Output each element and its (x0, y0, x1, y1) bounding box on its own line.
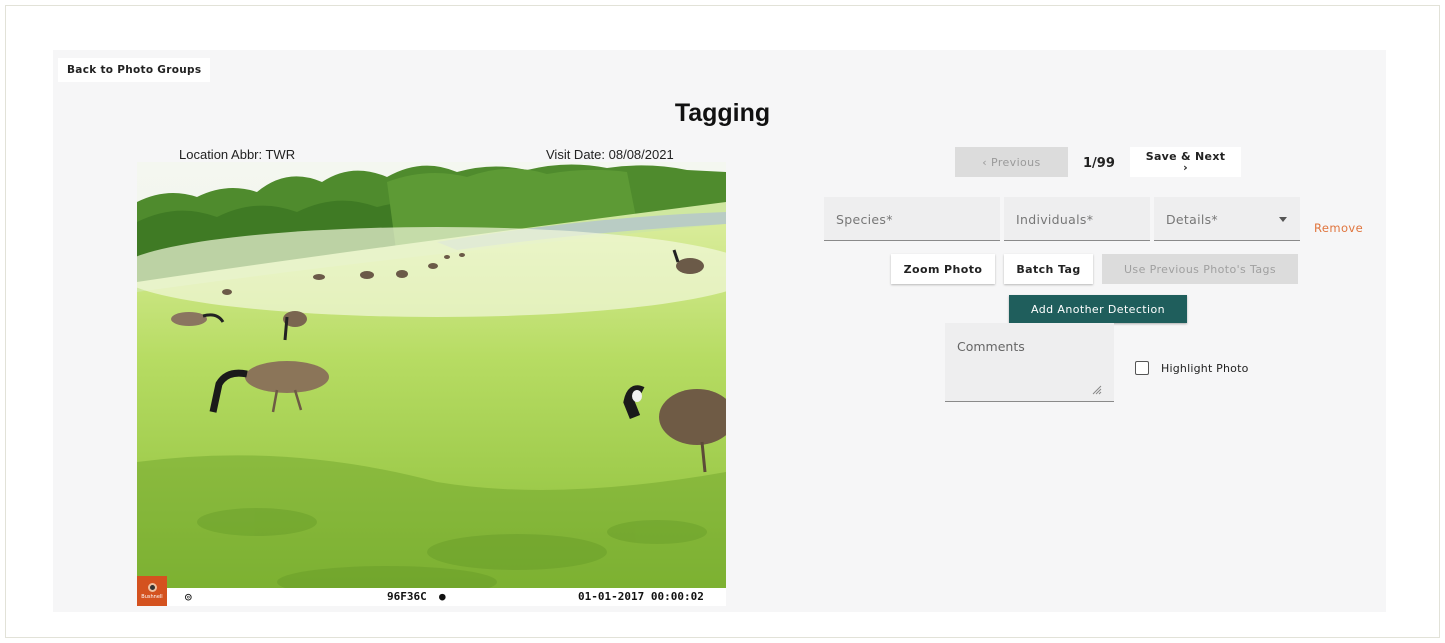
photo-counter: 1/99 (1083, 156, 1115, 171)
batch-tag-button[interactable]: Batch Tag (1004, 254, 1093, 284)
record-dot-icon: ● (439, 590, 446, 603)
highlight-checkbox[interactable] (1135, 361, 1149, 375)
remove-detection-link[interactable]: Remove (1314, 221, 1363, 235)
individuals-label: Individuals* (1016, 212, 1094, 227)
trail-camera-photo[interactable]: ◎ 96F36C ● 01-01-2017 00:00:02 Bushnell (137, 162, 726, 606)
photo-scene (137, 162, 726, 606)
comments-input[interactable] (945, 323, 1114, 402)
species-field[interactable]: Species* (824, 197, 1000, 241)
individuals-field[interactable]: Individuals* (1004, 197, 1150, 241)
chevron-right-icon: › (1183, 161, 1188, 174)
camera-brand-logo: Bushnell (137, 576, 167, 606)
use-previous-tags-button[interactable]: Use Previous Photo's Tags (1102, 254, 1298, 284)
species-label: Species* (836, 212, 893, 227)
zoom-photo-button[interactable]: Zoom Photo (891, 254, 995, 284)
moon-phase-icon: ◎ (185, 590, 192, 603)
highlight-photo-label: Highlight Photo (1161, 361, 1249, 375)
previous-button[interactable]: ‹ Previous (955, 147, 1068, 177)
highlight-photo-toggle[interactable]: Highlight Photo (1135, 361, 1249, 375)
camera-lens-icon (147, 582, 157, 592)
details-select[interactable]: Details* (1154, 197, 1300, 241)
visit-date-label: Visit Date: 08/08/2021 (546, 147, 674, 162)
save-and-next-button[interactable]: Save & Next › (1130, 147, 1241, 177)
camera-id: 96F36C (387, 590, 427, 603)
photo-timestamp: 01-01-2017 00:00:02 (578, 590, 704, 603)
location-label: Location Abbr: TWR (179, 147, 296, 162)
add-another-detection-button[interactable]: Add Another Detection (1009, 295, 1187, 323)
details-label: Details* (1166, 212, 1218, 227)
dropdown-arrow-icon (1279, 217, 1287, 222)
back-to-photo-groups-button[interactable]: Back to Photo Groups (58, 58, 211, 82)
resize-handle-icon[interactable] (1090, 383, 1102, 395)
photo-info-strip: ◎ 96F36C ● 01-01-2017 00:00:02 (137, 588, 726, 606)
page-title: Tagging (674, 99, 771, 127)
brand-text: Bushnell (141, 593, 163, 600)
